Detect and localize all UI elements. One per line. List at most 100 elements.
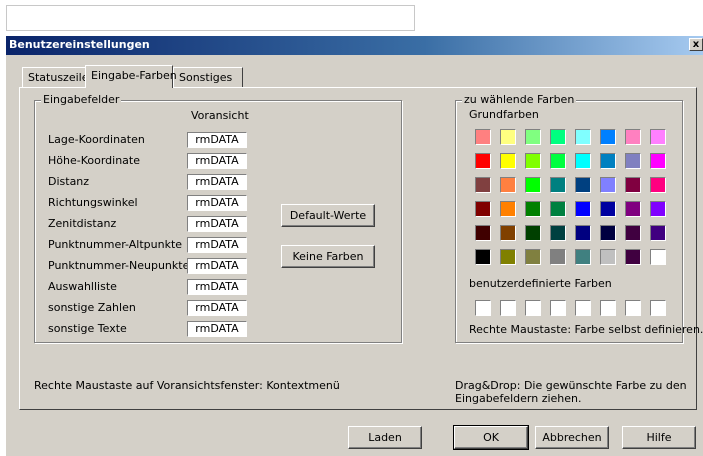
color-swatch[interactable] (550, 153, 566, 169)
tab-statuszeile[interactable]: Statuszeile (22, 67, 88, 87)
field-preview[interactable]: rmDATA (187, 237, 247, 253)
color-swatch[interactable] (475, 201, 491, 217)
field-preview[interactable]: rmDATA (187, 153, 247, 169)
color-swatch[interactable] (650, 201, 666, 217)
color-swatch[interactable] (625, 249, 641, 265)
color-swatch[interactable] (575, 153, 591, 169)
color-swatch[interactable] (600, 249, 616, 265)
color-swatch[interactable] (525, 129, 541, 145)
color-swatch[interactable] (525, 249, 541, 265)
field-label: Lage-Koordinaten (48, 133, 145, 146)
field-preview[interactable]: rmDATA (187, 132, 247, 148)
color-swatch[interactable] (600, 225, 616, 241)
color-swatch[interactable] (575, 201, 591, 217)
custom-color-swatch[interactable] (475, 300, 491, 316)
custom-color-swatch[interactable] (650, 300, 666, 316)
color-swatch[interactable] (575, 177, 591, 193)
help-button[interactable]: Hilfe (622, 426, 696, 449)
field-preview[interactable]: rmDATA (187, 300, 247, 316)
color-swatch[interactable] (475, 129, 491, 145)
color-swatch[interactable] (500, 129, 516, 145)
close-button[interactable]: x (689, 38, 703, 51)
field-preview[interactable]: rmDATA (187, 195, 247, 211)
color-swatch[interactable] (625, 225, 641, 241)
color-swatch[interactable] (525, 153, 541, 169)
color-swatch[interactable] (525, 225, 541, 241)
field-label: Richtungswinkel (48, 196, 138, 209)
no-colors-button[interactable]: Keine Farben (281, 245, 375, 268)
color-swatch[interactable] (550, 225, 566, 241)
field-preview[interactable]: rmDATA (187, 279, 247, 295)
custom-color-swatch[interactable] (625, 300, 641, 316)
load-button[interactable]: Laden (348, 426, 422, 449)
address-field[interactable] (6, 5, 415, 31)
title-bar: Benutzereinstellungen x (6, 36, 703, 55)
field-preview[interactable]: rmDATA (187, 321, 247, 337)
field-label: sonstige Texte (48, 322, 127, 335)
custom-colors-title: benutzerdefinierte Farben (469, 277, 612, 290)
color-swatch[interactable] (500, 249, 516, 265)
color-swatch[interactable] (625, 201, 641, 217)
field-label: Zenitdistanz (48, 217, 117, 230)
color-swatch[interactable] (650, 153, 666, 169)
drag-drop-hint: Drag&Drop: Die gewünschte Farbe zu den E… (455, 379, 687, 405)
color-swatch[interactable] (650, 225, 666, 241)
settings-dialog: Statuszeile Eingabe-Farben Sonstiges Ein… (6, 55, 703, 456)
colors-group-title: zu wählende Farben (462, 93, 577, 106)
color-swatch[interactable] (525, 177, 541, 193)
tab-panel: Eingabefelder Voransicht Lage-Koordinate… (19, 87, 703, 410)
color-swatch[interactable] (550, 177, 566, 193)
custom-color-swatch[interactable] (500, 300, 516, 316)
colors-group: zu wählende Farben Grundfarben benutzerd… (455, 93, 703, 343)
color-swatch[interactable] (575, 249, 591, 265)
field-preview[interactable]: rmDATA (187, 216, 247, 232)
color-swatch[interactable] (650, 249, 666, 265)
color-swatch[interactable] (600, 129, 616, 145)
color-swatch[interactable] (600, 153, 616, 169)
color-swatch[interactable] (625, 153, 641, 169)
color-swatch[interactable] (625, 177, 641, 193)
tab-sonstiges[interactable]: Sonstiges (173, 67, 243, 87)
close-icon: x (692, 39, 700, 50)
color-swatch[interactable] (600, 201, 616, 217)
color-swatch[interactable] (625, 129, 641, 145)
color-swatch[interactable] (575, 225, 591, 241)
cancel-button[interactable]: Abbrechen (535, 426, 609, 449)
field-label: Auswahlliste (48, 280, 117, 293)
color-swatch[interactable] (500, 225, 516, 241)
basic-colors-title: Grundfarben (469, 108, 539, 121)
color-swatch[interactable] (500, 153, 516, 169)
default-values-button[interactable]: Default-Werte (281, 204, 375, 227)
color-swatch[interactable] (650, 129, 666, 145)
field-label: sonstige Zahlen (48, 301, 136, 314)
color-swatch[interactable] (600, 177, 616, 193)
color-swatch[interactable] (500, 177, 516, 193)
custom-colors-hint: Rechte Maustaste: Farbe selbst definiere… (469, 323, 703, 336)
color-swatch[interactable] (550, 129, 566, 145)
color-swatch[interactable] (550, 249, 566, 265)
field-preview[interactable]: rmDATA (187, 174, 247, 190)
window-title: Benutzereinstellungen (9, 38, 150, 51)
color-swatch[interactable] (475, 177, 491, 193)
color-swatch[interactable] (475, 249, 491, 265)
color-swatch[interactable] (475, 153, 491, 169)
tab-eingabe-farben[interactable]: Eingabe-Farben (85, 65, 177, 88)
color-swatch[interactable] (575, 129, 591, 145)
field-label: Punktnummer-Altpunkte (48, 238, 183, 251)
color-swatch[interactable] (650, 177, 666, 193)
color-swatch[interactable] (525, 201, 541, 217)
input-fields-group: Eingabefelder Voransicht Lage-Koordinate… (34, 93, 402, 343)
color-swatch[interactable] (500, 201, 516, 217)
custom-color-swatch[interactable] (600, 300, 616, 316)
field-label: Distanz (48, 175, 90, 188)
custom-color-swatch[interactable] (525, 300, 541, 316)
field-preview[interactable]: rmDATA (187, 258, 247, 274)
ok-button[interactable]: OK (453, 425, 529, 450)
field-label: Höhe-Koordinate (48, 154, 140, 167)
color-swatch[interactable] (550, 201, 566, 217)
custom-color-swatch[interactable] (575, 300, 591, 316)
field-label: Punktnummer-Neupunkte (48, 259, 190, 272)
input-fields-group-title: Eingabefelder (41, 93, 122, 106)
color-swatch[interactable] (475, 225, 491, 241)
custom-color-swatch[interactable] (550, 300, 566, 316)
